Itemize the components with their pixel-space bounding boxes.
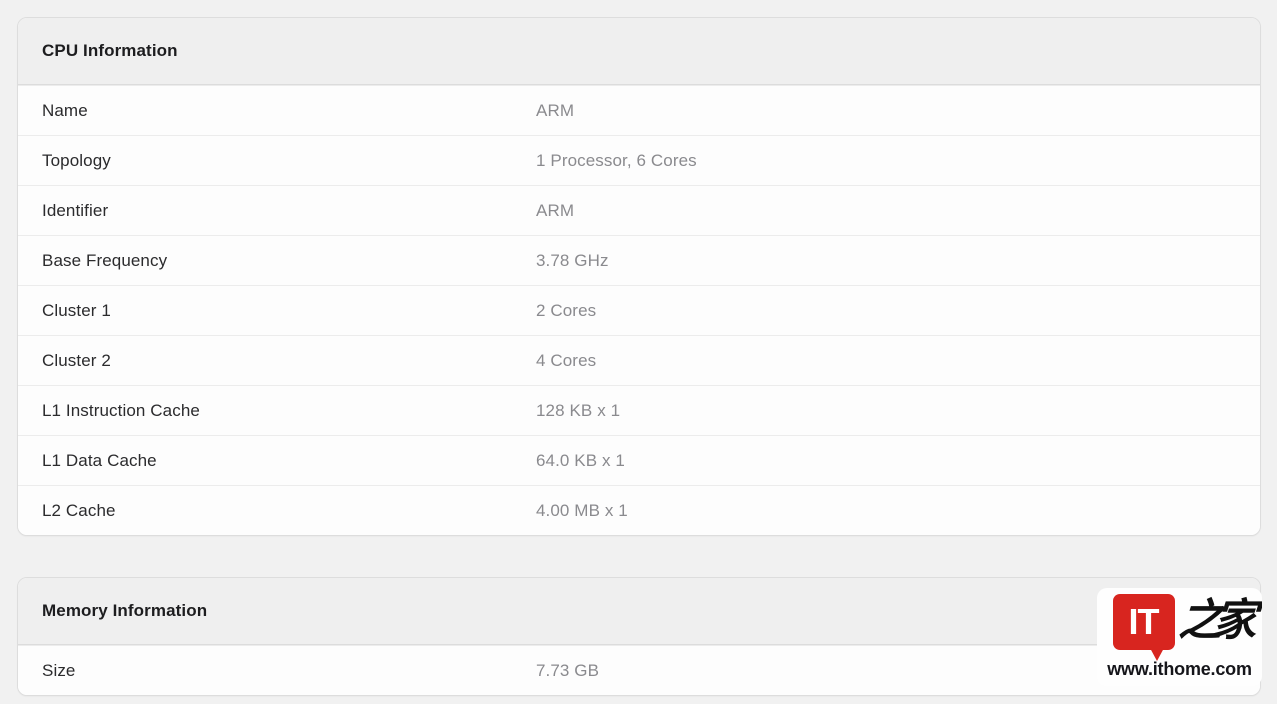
- table-row: Topology 1 Processor, 6 Cores: [18, 135, 1260, 185]
- row-value-identifier: ARM: [536, 200, 575, 220]
- table-row: Size 7.73 GB: [18, 645, 1260, 695]
- row-label-topology: Topology: [42, 150, 111, 170]
- table-row: Name ARM: [18, 85, 1260, 135]
- ithome-logo-icon: IT: [1112, 594, 1175, 661]
- page-title: CPU Information: [42, 41, 178, 60]
- row-value-topology: 1 Processor, 6 Cores: [536, 150, 697, 170]
- table-row: Base Frequency 3.78 GHz: [18, 235, 1260, 285]
- cpu-information-card: CPU Information Name ARM Topology 1 Proc…: [17, 17, 1261, 536]
- memory-information-card: Memory Information Size 7.73 GB: [17, 577, 1261, 696]
- row-value-name: ARM: [536, 100, 575, 120]
- row-label-base-frequency: Base Frequency: [42, 250, 168, 270]
- row-label-l1-data-cache: L1 Data Cache: [42, 450, 157, 470]
- table-row: Identifier ARM: [18, 185, 1260, 235]
- row-label-l1-instruction-cache: L1 Instruction Cache: [42, 400, 200, 420]
- table-row: Cluster 2 4 Cores: [18, 335, 1260, 385]
- row-value-size: 7.73 GB: [536, 660, 600, 680]
- row-label-l2-cache: L2 Cache: [42, 500, 116, 520]
- watermark-logos: IT 之家: [1097, 594, 1262, 661]
- table-row: L1 Data Cache 64.0 KB x 1: [18, 435, 1260, 485]
- table-row: L1 Instruction Cache 128 KB x 1: [18, 385, 1260, 435]
- row-value-cluster-2: 4 Cores: [536, 350, 597, 370]
- row-value-cluster-1: 2 Cores: [536, 300, 597, 320]
- row-label-size: Size: [42, 660, 76, 680]
- row-value-l1-data-cache: 64.0 KB x 1: [536, 450, 625, 470]
- memory-information-header: Memory Information: [18, 578, 1260, 645]
- watermark-logo-text: IT: [1128, 601, 1160, 642]
- row-label-name: Name: [42, 100, 88, 120]
- speech-bubble-tail-icon: [1149, 648, 1164, 661]
- row-value-l1-instruction-cache: 128 KB x 1: [536, 400, 621, 420]
- watermark-url: www.ithome.com: [1107, 659, 1252, 679]
- cpu-information-header: CPU Information: [18, 18, 1260, 85]
- table-row: L2 Cache 4.00 MB x 1: [18, 485, 1260, 535]
- watermark-logo-cn: 之家: [1176, 595, 1249, 646]
- row-value-base-frequency: 3.78 GHz: [536, 250, 609, 270]
- row-label-cluster-1: Cluster 1: [42, 300, 111, 320]
- table-row: Cluster 1 2 Cores: [18, 285, 1260, 335]
- ithome-watermark: IT 之家 www.ithome.com: [1097, 588, 1262, 686]
- row-label-cluster-2: Cluster 2: [42, 350, 111, 370]
- row-value-l2-cache: 4.00 MB x 1: [536, 500, 628, 520]
- row-label-identifier: Identifier: [42, 200, 109, 220]
- section-title: Memory Information: [42, 601, 208, 620]
- system-information-page: CPU Information Name ARM Topology 1 Proc…: [0, 0, 1277, 704]
